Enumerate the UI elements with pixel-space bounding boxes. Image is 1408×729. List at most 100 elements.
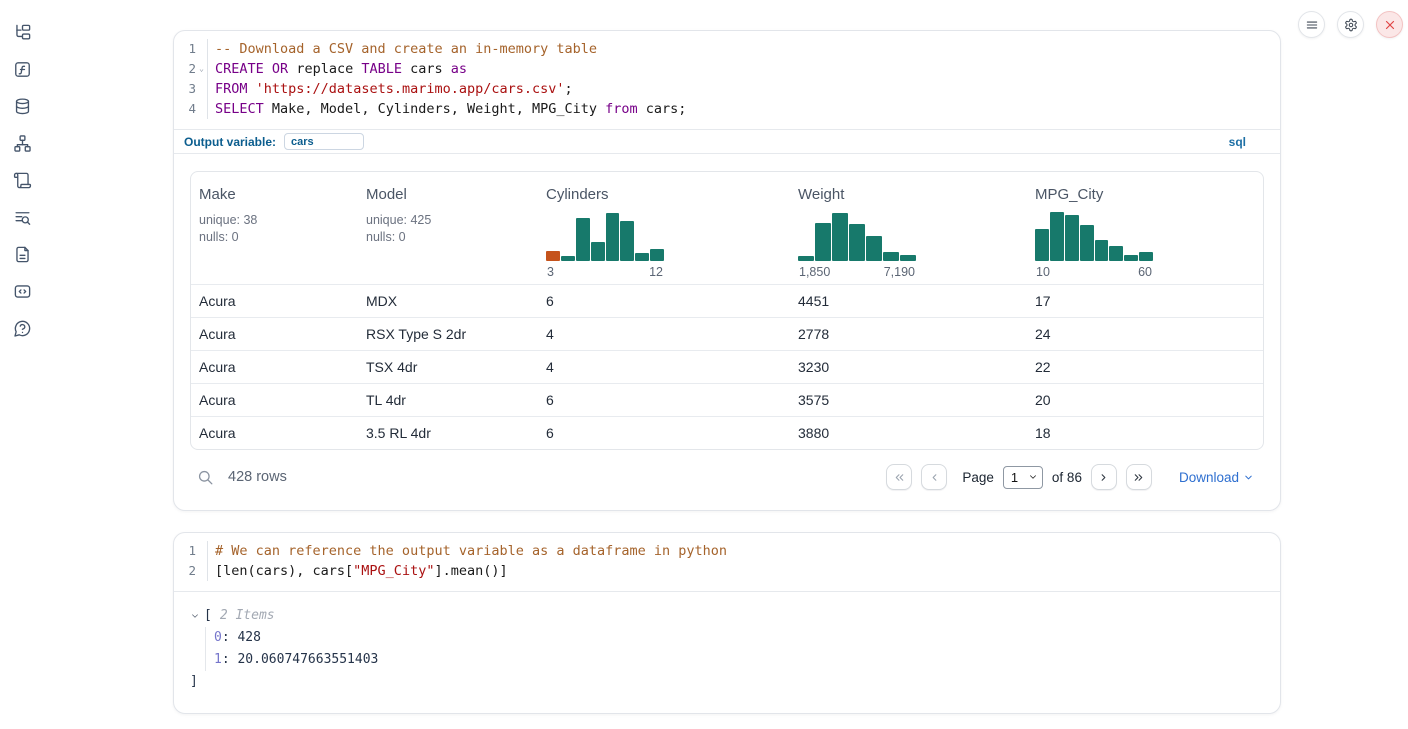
output-variable-label: Output variable: (184, 135, 276, 149)
histogram-bar (650, 249, 664, 261)
line-number: 3 (174, 79, 196, 99)
histogram-bar (1095, 240, 1109, 261)
help-icon[interactable] (13, 319, 32, 338)
table-cell: 17 (1027, 293, 1263, 309)
fold-caret[interactable]: ⌄ (196, 59, 207, 79)
table-cell: 3.5 RL 4dr (358, 425, 538, 441)
axis-max-label: 60 (1138, 265, 1152, 279)
documentation-icon[interactable] (13, 245, 32, 264)
output-variable-input[interactable] (284, 133, 364, 150)
column-histogram: 1060 (1035, 209, 1153, 279)
logs-icon[interactable] (13, 171, 32, 190)
settings-button[interactable] (1337, 11, 1364, 38)
search-icon[interactable] (196, 468, 215, 487)
table-row[interactable]: Acura3.5 RL 4dr6388018 (191, 416, 1263, 449)
code-text: [len(cars), cars["MPG_City"].mean()] (207, 561, 1280, 581)
code-token: FROM (215, 81, 248, 97)
table-row[interactable]: AcuraRSX Type S 2dr4277824 (191, 317, 1263, 350)
next-page-button[interactable] (1091, 464, 1117, 490)
histogram-bar (1124, 255, 1138, 261)
fold-slot (196, 39, 207, 59)
histogram-bar (620, 221, 634, 261)
chevrons-left-icon (893, 471, 906, 484)
code-token: -- Download a CSV and create an in-memor… (215, 41, 597, 57)
stat-line: unique: 425 (366, 212, 530, 229)
tree-root-row: [ 2 Items (190, 605, 1264, 627)
code-token: TABLE (361, 61, 402, 77)
column-header[interactable]: Modelunique: 425nulls: 0 (358, 184, 538, 279)
menu-button[interactable] (1298, 11, 1325, 38)
snippets-icon[interactable] (13, 282, 32, 301)
code-token: ].mean()] (434, 563, 507, 579)
table-cell: MDX (358, 293, 538, 309)
stat-line: nulls: 0 (366, 229, 530, 246)
sql-code-editor[interactable]: 1-- Download a CSV and create an in-memo… (174, 31, 1280, 129)
code-token: ; (565, 81, 573, 97)
column-stats: unique: 38nulls: 0 (199, 212, 350, 246)
tree-close-row: ] (190, 671, 1264, 693)
code-token: [len(cars), cars[ (215, 563, 353, 579)
histogram-bar (1035, 229, 1049, 261)
tree-collapse-caret[interactable] (190, 611, 202, 621)
tree-close-bracket: ] (190, 671, 198, 693)
code-token: replace (288, 61, 361, 77)
histogram-axis-labels: 1060 (1035, 265, 1153, 279)
column-histogram: 1,8507,190 (798, 209, 916, 279)
histogram-bar (635, 253, 649, 261)
histogram-bar (815, 223, 831, 261)
column-histogram: 312 (546, 209, 664, 279)
tree-open-bracket: [ (204, 605, 212, 627)
code-text: CREATE OR replace TABLE cars as (207, 59, 1280, 79)
tree-entry-key: 0 (214, 627, 222, 649)
fold-slot (196, 541, 207, 561)
row-count: 428 rows (228, 469, 287, 485)
column-header[interactable]: Cylinders 312 (538, 184, 790, 279)
table-row[interactable]: AcuraMDX6445117 (191, 284, 1263, 317)
dependency-graph-icon[interactable] (13, 134, 32, 153)
chevron-down-icon (1028, 472, 1038, 482)
file-tree-icon[interactable] (13, 23, 32, 42)
line-number: 2 (174, 59, 196, 79)
code-token: SELECT (215, 101, 264, 117)
python-output-tree: [ 2 Items 0: 4281: 20.060747663551403 ] (174, 592, 1280, 713)
table-cell: 6 (538, 293, 790, 309)
download-button[interactable]: Download (1179, 470, 1254, 485)
table-footer: 428 rows Page 1 of 86 (190, 450, 1264, 498)
histogram-bar (866, 236, 882, 261)
code-token: # We can reference the output variable a… (215, 543, 727, 559)
histogram-bar (883, 252, 899, 261)
last-page-button[interactable] (1126, 464, 1152, 490)
fold-slot (196, 99, 207, 119)
table-row[interactable]: AcuraTSX 4dr4323022 (191, 350, 1263, 383)
sql-cell: 1 -- Download a CSV and create an in-memo… (173, 30, 1281, 511)
column-name: Cylinders (546, 186, 782, 203)
python-code-editor[interactable]: 1# We can reference the output variable … (174, 533, 1280, 592)
code-line: 3FROM 'https://datasets.marimo.app/cars.… (174, 79, 1280, 99)
table-cell: 22 (1027, 359, 1263, 375)
code-token (264, 61, 272, 77)
column-name: Weight (798, 186, 1019, 203)
line-number: 2 (174, 561, 196, 581)
stat-line: unique: 38 (199, 212, 350, 229)
first-page-button[interactable] (886, 464, 912, 490)
column-header[interactable]: MPG_City1060 (1027, 184, 1263, 279)
language-badge: sql (1229, 135, 1246, 149)
table-cell: Acura (191, 425, 358, 441)
tree-entry-value: : 428 (222, 627, 261, 649)
column-header[interactable]: Makeunique: 38nulls: 0 (191, 184, 358, 279)
histogram-bars (546, 209, 664, 261)
histogram-bar (832, 213, 848, 261)
code-token: from (605, 101, 638, 117)
notebook: 1 -- Download a CSV and create an in-memo… (173, 0, 1281, 714)
page-select[interactable]: 1 (1003, 466, 1043, 489)
code-token: cars; (638, 101, 687, 117)
database-icon[interactable] (13, 97, 32, 116)
table-row[interactable]: AcuraTL 4dr6357520 (191, 383, 1263, 416)
previous-page-button[interactable] (921, 464, 947, 490)
line-number: 4 (174, 99, 196, 119)
close-button[interactable] (1376, 11, 1403, 38)
search-list-icon[interactable] (13, 208, 32, 227)
histogram-axis-labels: 312 (546, 265, 664, 279)
functions-icon[interactable] (13, 60, 32, 79)
column-header[interactable]: Weight 1,8507,190 (790, 184, 1027, 279)
